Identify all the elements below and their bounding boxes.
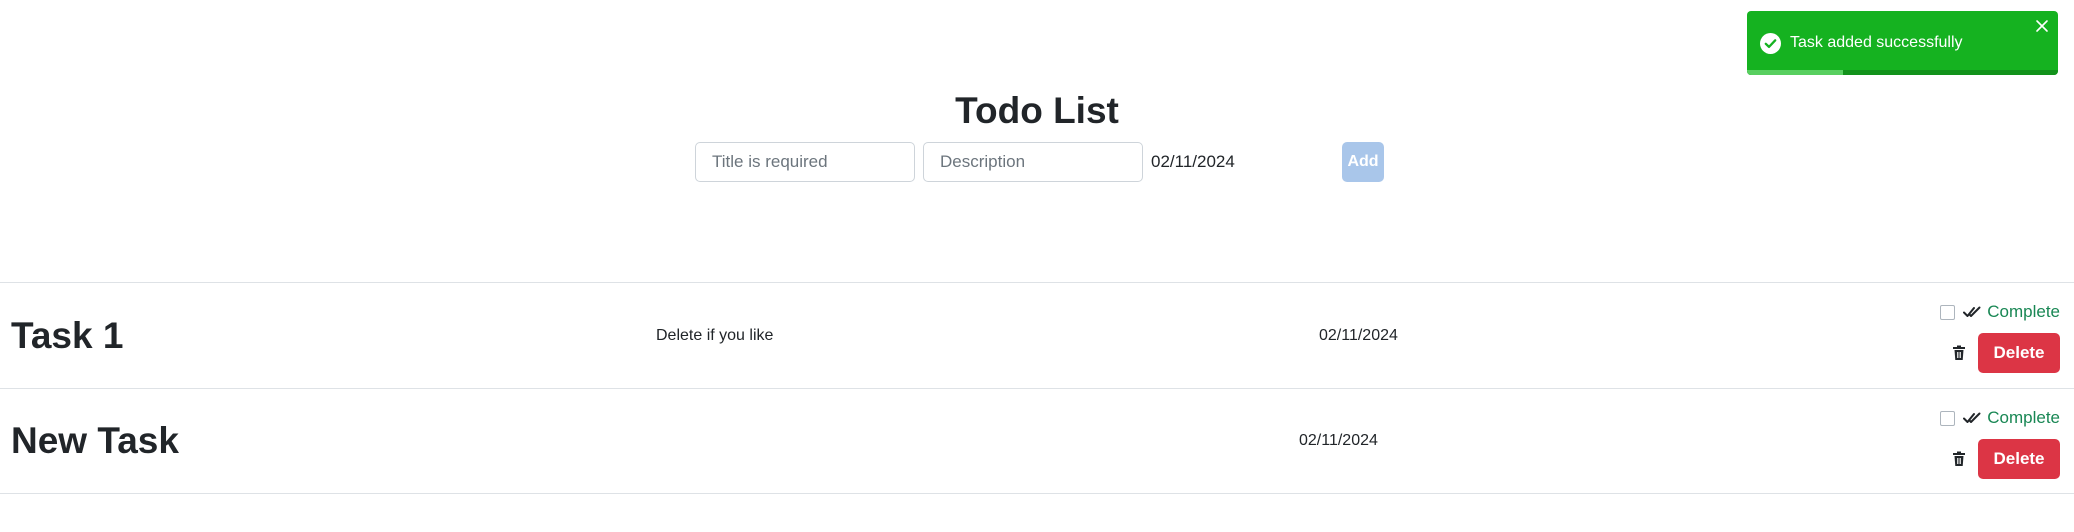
toast-progress-bar	[1747, 70, 1844, 75]
check-circle-icon	[1760, 33, 1781, 54]
task-actions: Complete Delete	[1930, 301, 2060, 373]
title-input[interactable]	[695, 142, 915, 182]
task-row: New Task 02/11/2024 Complete Delete	[0, 388, 2074, 494]
task-title: Task 1	[11, 314, 124, 356]
complete-label[interactable]: Complete	[1987, 408, 2060, 428]
date-input[interactable]: 02/11/2024	[1151, 142, 1331, 182]
description-input[interactable]	[923, 142, 1143, 182]
toast-message: Task added successfully	[1790, 34, 1963, 51]
delete-button[interactable]: Delete	[1978, 333, 2060, 373]
add-button[interactable]: Add	[1342, 142, 1384, 182]
trash-icon[interactable]	[1952, 345, 1966, 361]
trash-icon[interactable]	[1952, 451, 1966, 467]
task-title: New Task	[11, 420, 179, 461]
delete-group: Delete	[1952, 439, 2060, 479]
add-task-form: 02/11/2024 Add	[695, 142, 1384, 182]
delete-group: Delete	[1952, 333, 2060, 373]
todo-app: Task added successfully Todo List 02/11/…	[0, 0, 2074, 532]
task-description: Delete if you like	[656, 326, 774, 344]
toast-progress-track	[1747, 70, 2058, 75]
task-actions: Complete Delete	[1930, 407, 2060, 479]
page-title: Todo List	[955, 90, 1119, 131]
close-icon[interactable]	[2035, 19, 2049, 33]
complete-toggle[interactable]: Complete	[1940, 407, 2060, 429]
double-check-icon	[1963, 412, 1981, 423]
complete-label[interactable]: Complete	[1987, 302, 2060, 322]
complete-checkbox[interactable]	[1940, 410, 1956, 426]
complete-toggle[interactable]: Complete	[1940, 301, 2060, 323]
double-check-icon	[1963, 306, 1981, 317]
task-row: Task 1 Delete if you like 02/11/2024 Com…	[0, 282, 2074, 388]
task-date: 02/11/2024	[1299, 432, 1378, 449]
complete-checkbox[interactable]	[1940, 304, 1956, 320]
delete-button[interactable]: Delete	[1978, 439, 2060, 479]
task-date: 02/11/2024	[1319, 326, 1398, 344]
success-toast[interactable]: Task added successfully	[1747, 11, 2058, 75]
task-list: Task 1 Delete if you like 02/11/2024 Com…	[0, 282, 2074, 494]
